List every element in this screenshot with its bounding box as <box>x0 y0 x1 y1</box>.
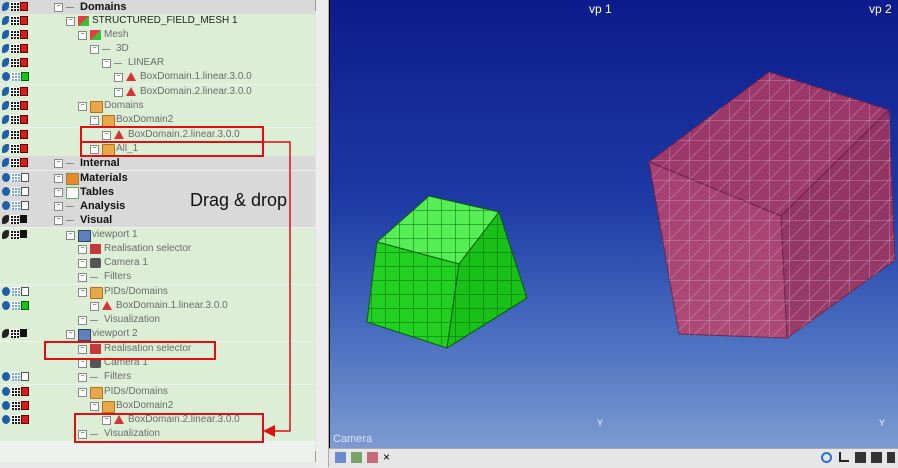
drag-arrow <box>263 141 291 437</box>
viewport-toolbar: × <box>329 448 898 468</box>
axis-triad-vp1: Y <box>597 418 604 428</box>
red-box-domain[interactable] <box>647 71 896 339</box>
axis-triad-vp2: Y <box>879 418 886 428</box>
green-box-domain[interactable] <box>366 195 528 349</box>
shaded-view-icon[interactable] <box>871 452 882 463</box>
close-icon[interactable]: × <box>383 451 394 463</box>
zoom-icon[interactable] <box>821 452 832 463</box>
scene-canvas[interactable] <box>329 0 898 448</box>
split-icon[interactable] <box>367 452 378 463</box>
layout-icon[interactable] <box>351 452 362 463</box>
view-icon[interactable] <box>335 452 346 463</box>
more-views-icon[interactable] <box>887 452 895 463</box>
cube-view-icon[interactable] <box>855 452 866 463</box>
3d-viewport[interactable]: vp 1 vp 2 Y Y Camera <box>329 0 898 448</box>
camera-label: Camera <box>333 433 373 445</box>
axis-view-icon[interactable] <box>839 452 849 462</box>
